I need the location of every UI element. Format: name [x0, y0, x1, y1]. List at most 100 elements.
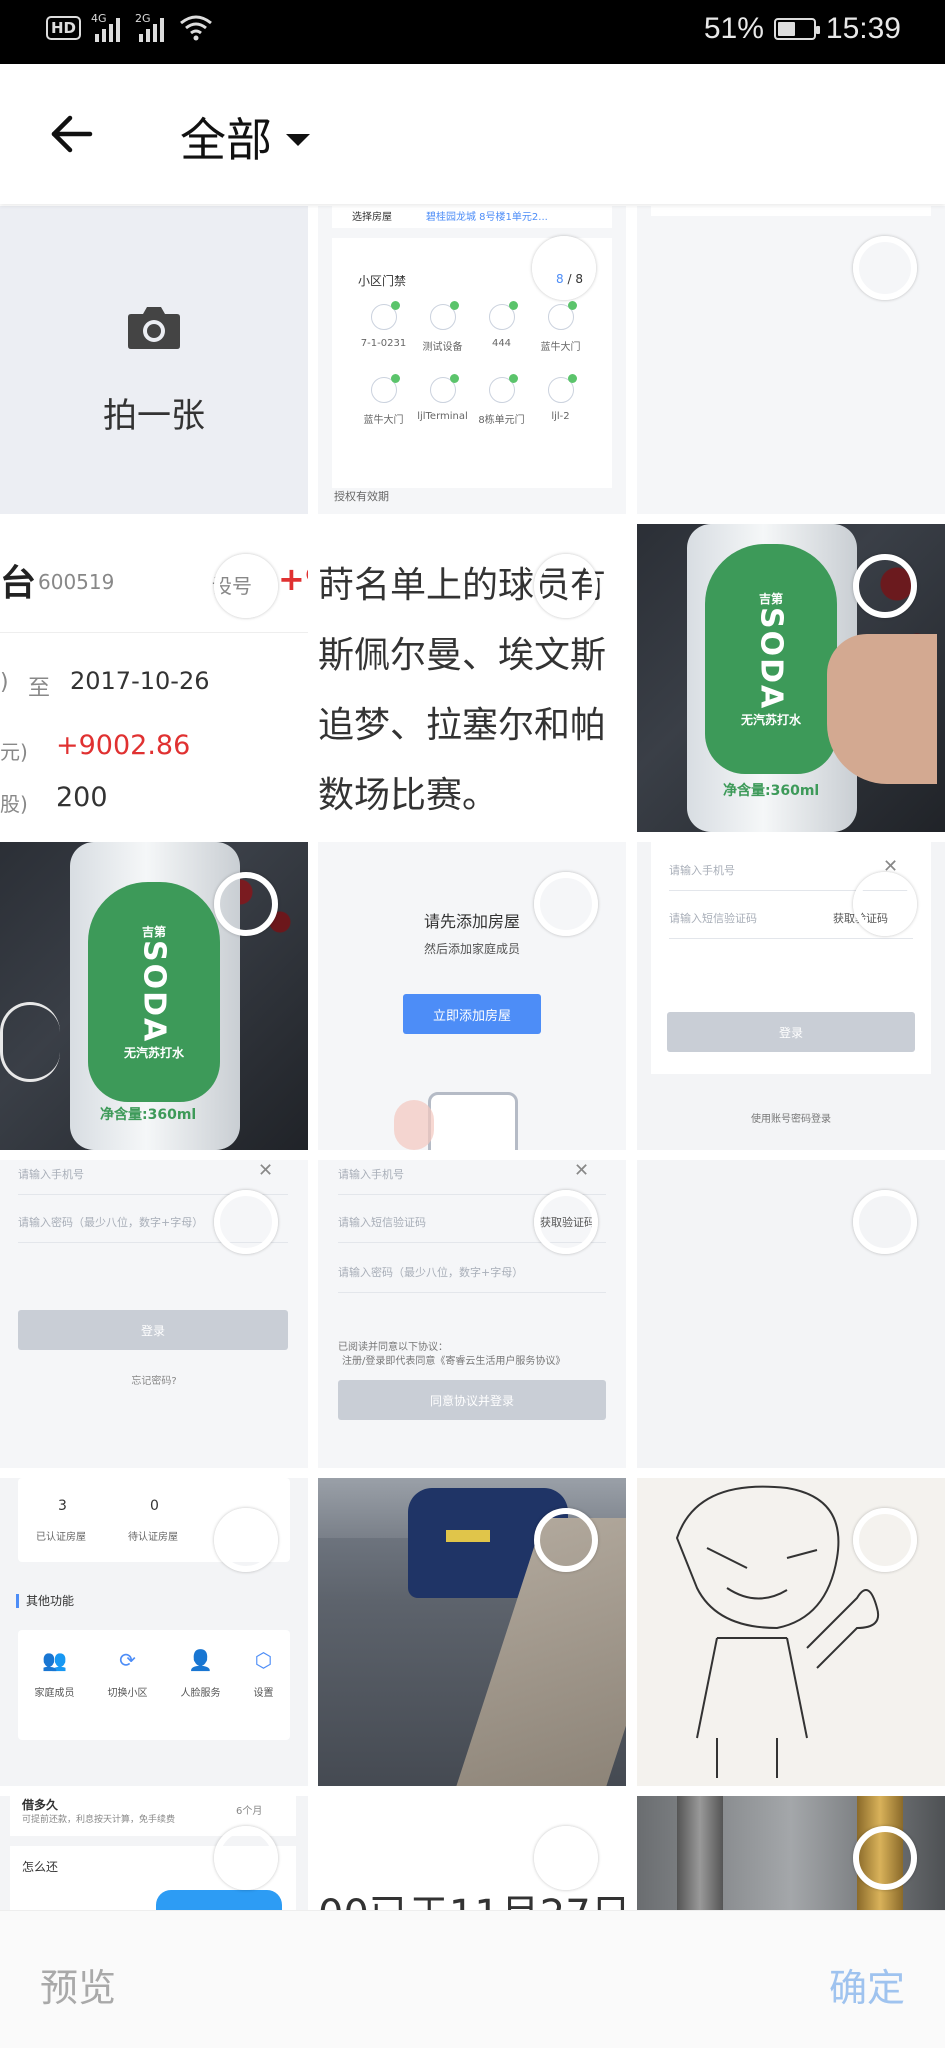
select-circle[interactable]: [214, 1508, 278, 1572]
thumb-home-count2: 0: [150, 1498, 159, 1514]
battery-percent: 51%: [703, 12, 764, 45]
door-icon: [370, 374, 400, 403]
select-circle[interactable]: [853, 236, 917, 300]
photo-thumbnail[interactable]: 请输入手机号 ✕ 请输入短信验证码 获取验证码 请输入密码（最少八位，数字+字母…: [318, 1160, 626, 1468]
thumb-sms-login: 登录: [667, 1012, 915, 1052]
caret-down-icon: [286, 134, 310, 146]
photo-thumbnail[interactable]: [637, 1796, 945, 1910]
cable-image: [0, 1002, 60, 1082]
thumb-pwd-login: 登录: [18, 1310, 288, 1350]
select-circle[interactable]: [853, 554, 917, 618]
photo-thumbnail[interactable]: 请输入手机号 ✕ 请输入密码（最少八位，数字+字母） 登录 忘记密码?: [0, 1160, 308, 1468]
select-circle[interactable]: [214, 554, 278, 618]
photo-thumbnail[interactable]: 选择房屋 碧桂园龙城 8号楼1单元2... 小区门禁 8 / 8 7-1-023…: [318, 206, 626, 514]
select-circle[interactable]: [214, 872, 278, 936]
thumb-feature-item: ⟳ 切换小区: [108, 1648, 148, 1699]
thumb-door-name: 444: [491, 338, 512, 349]
photo-thumbnail[interactable]: 莳名单上的球员有 斯佩尔曼、埃文斯 追梦、拉塞尔和帕 数场比赛。: [318, 524, 626, 832]
door-icon: [488, 374, 518, 403]
thumb-stock-unit2: 股): [0, 792, 28, 816]
thumb-door-name: 8栋单元门: [478, 415, 525, 426]
photo-thumbnail[interactable]: 请输入手机号 ✕ 请输入短信验证码 获取验证码 登录 使用账号密码登录: [637, 842, 945, 1150]
door-icon: [370, 301, 400, 330]
select-circle[interactable]: [214, 1826, 278, 1890]
thumb-door-name: 蓝牛大门: [363, 415, 404, 426]
photo-thumbnail[interactable]: 台 600519 设号 +9 ) 至 2017-10-26 元) +9002.8…: [0, 524, 308, 832]
thumb-stock-right-value: +9: [278, 560, 308, 598]
arrow-left-icon[interactable]: [44, 106, 100, 162]
select-circle[interactable]: [532, 236, 596, 300]
select-circle[interactable]: [214, 1190, 278, 1254]
thumb-reg-agree2: 注册/登录即代表同意《寄睿云生活用户服务协议》: [342, 1356, 566, 1367]
photo-thumbnail[interactable]: 请先添加房屋 然后添加家庭成员 立即添加房屋: [318, 842, 626, 1150]
thumb-stock-unit1: 元): [0, 740, 28, 764]
preview-button[interactable]: 预览: [40, 1957, 116, 2012]
thumb-add-house-button: 立即添加房屋: [403, 994, 541, 1034]
thumb-loan-question: 怎么还: [22, 1860, 59, 1874]
thumb-home-label2: 待认证房屋: [128, 1532, 178, 1543]
select-circle[interactable]: [853, 1508, 917, 1572]
camera-icon: [128, 307, 180, 349]
clock: 15:39: [825, 12, 901, 45]
thumb-loan-title: 借多久: [22, 1798, 59, 1812]
select-circle[interactable]: [853, 872, 917, 936]
thumb-home-features: 👥 家庭成员 ⟳ 切换小区 👤 人脸服务 ⬡ 设置: [18, 1648, 290, 1699]
select-circle[interactable]: [853, 1826, 917, 1890]
door-icon: [547, 374, 577, 403]
thumb-door-item: ljl-2: [531, 374, 590, 426]
bottle-label: 吉第 SODA 无汽苏打水: [88, 882, 220, 1102]
select-circle[interactable]: [853, 1190, 917, 1254]
thumb-feature-item: ⬡ 设置: [254, 1648, 274, 1699]
app-header: 全部: [0, 64, 945, 204]
door-icon: [429, 301, 459, 330]
thumb-stock-date-prefix: 至: [28, 676, 51, 701]
thumb-reg-phone-ph: 请输入手机号: [338, 1168, 404, 1181]
thumb-doors-grid: 7-1-0231 测试设备 444 蓝牛大门 蓝牛大门 ljlTerminal 8栋单元门 l…: [354, 301, 590, 426]
thumb-door-name: ljlTerminal: [417, 411, 468, 422]
photo-thumbnail[interactable]: 00已于11月27日: [318, 1796, 626, 1910]
thumb-reg-agree1: 已阅读并同意以下协议：: [338, 1342, 448, 1353]
select-circle[interactable]: [534, 872, 598, 936]
take-photo-cell[interactable]: 拍一张: [0, 206, 308, 514]
thumb-home-count1: 3: [58, 1498, 67, 1514]
close-icon: ✕: [574, 1160, 590, 1181]
status-indicators: HD 4G 2G: [46, 12, 213, 42]
select-circle[interactable]: [534, 1190, 598, 1254]
select-circle[interactable]: [534, 1826, 598, 1890]
select-circle[interactable]: [534, 1508, 598, 1572]
photo-thumbnail[interactable]: [318, 1478, 626, 1786]
thumb-sms-code-ph: 请输入短信验证码: [669, 912, 757, 925]
album-selector[interactable]: 全部: [180, 104, 310, 170]
bottom-action-bar: 预览 确定: [0, 1910, 945, 2048]
take-photo-label: 拍一张: [103, 396, 205, 436]
photo-thumbnail[interactable]: 吉第 SODA 无汽苏打水 净含量:360ml: [0, 842, 308, 1150]
select-circle[interactable]: [534, 554, 598, 618]
photo-thumbnail[interactable]: 借多久 可提前还款，利息按天计算，免手续费 6个月 怎么还: [0, 1796, 308, 1910]
thumb-doors-top-label: 选择房屋: [352, 212, 392, 223]
signal-4g-label: 4G: [91, 12, 107, 25]
thumb-pwd-forgot: 忘记密码?: [131, 1376, 177, 1387]
battery-icon: [773, 18, 820, 40]
photo-thumbnail[interactable]: [637, 1478, 945, 1786]
thumb-stock-date: 2017-10-26: [70, 667, 210, 695]
thumb-feature-label: 家庭成员: [34, 1688, 75, 1699]
feature-icon: 👥: [42, 1648, 67, 1672]
hd-voice-icon: HD: [46, 16, 82, 40]
lock-illustration-icon: [428, 1092, 518, 1150]
photo-grid: 拍一张 选择房屋 碧桂园龙城 8号楼1单元2... 小区门禁 8 / 8 7-1…: [0, 206, 945, 1910]
thumb-feature-label: 人脸服务: [180, 1688, 221, 1699]
thumb-doors-top-value: 碧桂园龙城 8号楼1单元2...: [426, 212, 548, 223]
photo-thumbnail[interactable]: [637, 1160, 945, 1468]
thumb-door-name: 测试设备: [422, 342, 463, 353]
confirm-button[interactable]: 确定: [829, 1957, 905, 2012]
thumb-feature-label: 切换小区: [107, 1688, 148, 1699]
photo-thumbnail[interactable]: [637, 206, 945, 514]
thumb-home-section: 其他功能: [26, 1594, 75, 1608]
thumb-doors-title: 小区门禁: [358, 274, 407, 288]
thumb-stock-shares: 200: [56, 782, 108, 813]
feature-icon: ⟳: [119, 1648, 136, 1672]
thumb-reg-pwd-ph: 请输入密码（最少八位，数字+字母）: [338, 1266, 524, 1279]
thumb-doors-footer: 授权有效期: [334, 490, 389, 503]
photo-thumbnail[interactable]: 吉第 SODA 无汽苏打水 净含量:360ml: [637, 524, 945, 832]
photo-thumbnail[interactable]: 3 已认证房屋 0 待认证房屋 其他功能 👥 家庭成员 ⟳ 切换小区 👤 人脸服务 ⬡ 设置: [0, 1478, 308, 1786]
